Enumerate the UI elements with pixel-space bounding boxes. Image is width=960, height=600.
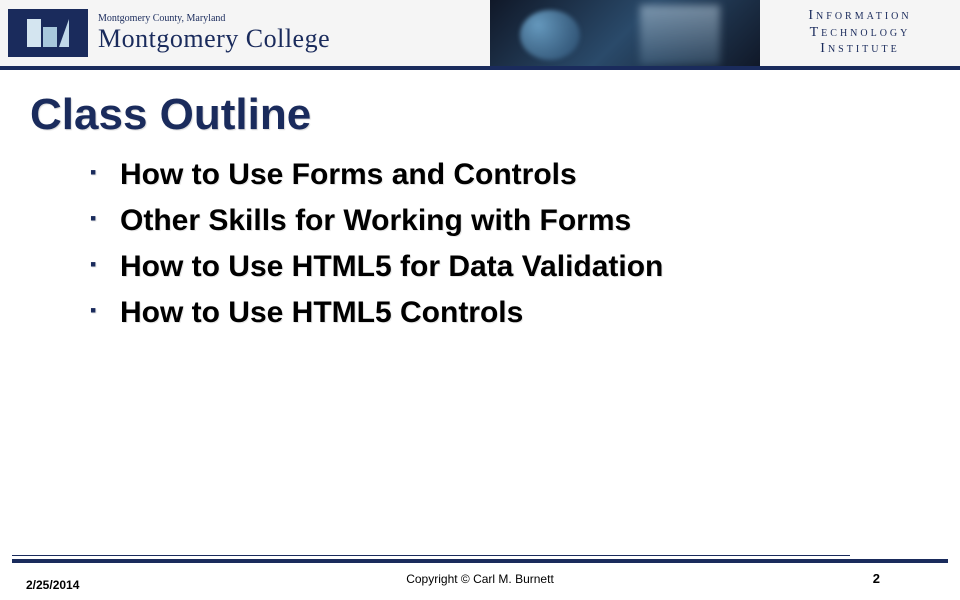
footer-divider-thin	[12, 555, 850, 556]
college-logo-icon	[8, 9, 88, 57]
list-item: How to Use Forms and Controls	[90, 158, 930, 192]
college-name-block: Montgomery County, Maryland Montgomery C…	[98, 13, 330, 54]
institute-line-1: Information	[808, 8, 911, 25]
slide-title: Class Outline	[30, 90, 930, 140]
list-item: How to Use HTML5 Controls	[90, 296, 930, 330]
footer-date: 2/25/2014	[26, 578, 79, 592]
footer-divider-thick	[12, 559, 948, 563]
college-name: Montgomery College	[98, 24, 330, 54]
slide-footer: 2/25/2014 Copyright © Carl M. Burnett 2	[0, 555, 960, 600]
header-image-panel	[490, 0, 760, 66]
footer-copyright: Copyright © Carl M. Burnett	[406, 572, 554, 586]
bullet-list: How to Use Forms and Controls Other Skil…	[30, 158, 930, 330]
institute-line-2: Technology	[810, 25, 911, 42]
list-item: Other Skills for Working with Forms	[90, 204, 930, 238]
footer-page-number: 2	[873, 571, 880, 586]
list-item: How to Use HTML5 for Data Validation	[90, 250, 930, 284]
institute-name-block: Information Technology Institute	[760, 0, 960, 66]
college-tagline: Montgomery County, Maryland	[98, 13, 330, 24]
slide-header: Montgomery County, Maryland Montgomery C…	[0, 0, 960, 70]
institute-line-3: Institute	[820, 41, 899, 58]
slide-content: Class Outline How to Use Forms and Contr…	[0, 70, 960, 330]
header-left-panel: Montgomery County, Maryland Montgomery C…	[0, 0, 490, 66]
